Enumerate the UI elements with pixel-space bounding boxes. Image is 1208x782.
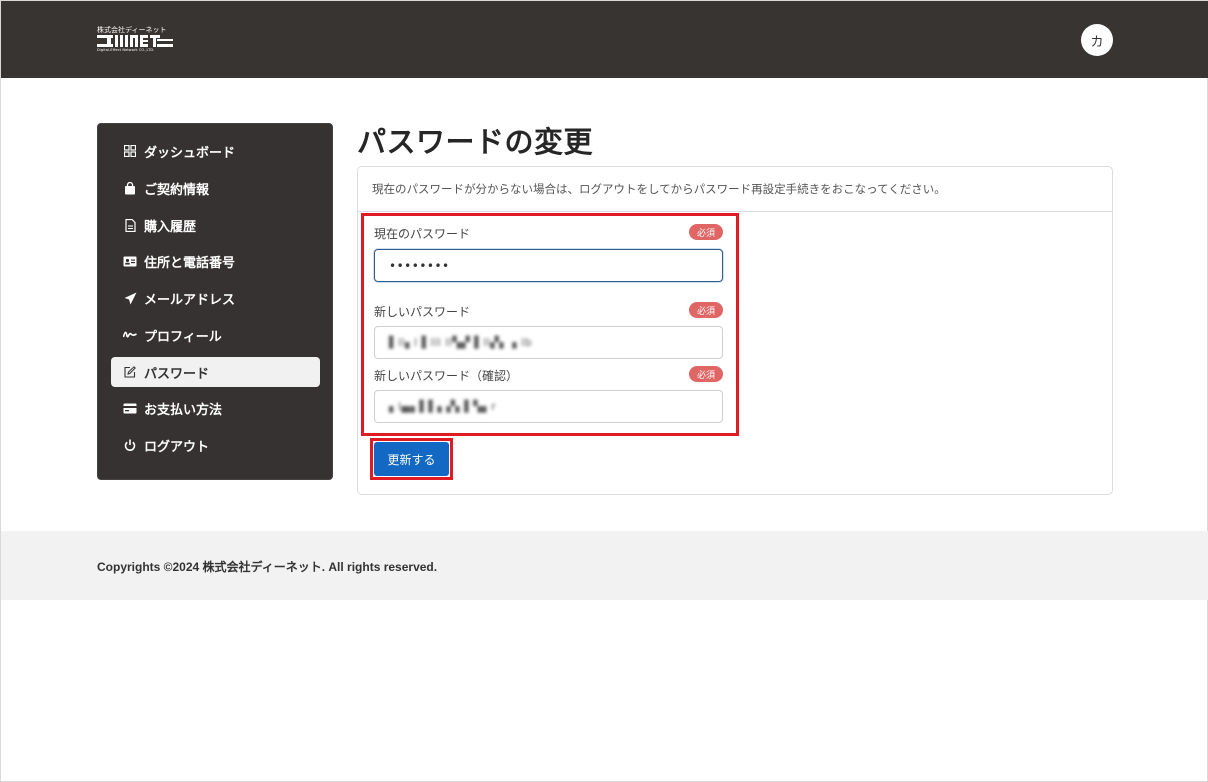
page-title: パスワードの変更 bbox=[357, 125, 594, 159]
confirm-password-input[interactable]: ▖l▄▖▌▌▖▞▖▌▚▖r bbox=[374, 390, 723, 423]
confirm-password-value: ▖l▄▖▌▌▖▞▖▌▚▖r bbox=[389, 400, 497, 413]
update-button[interactable]: 更新する bbox=[374, 442, 449, 476]
sidebar-item-address-phone[interactable]: 住所と電話番号 bbox=[111, 246, 320, 276]
sidebar-item-label: ログアウト bbox=[144, 439, 210, 455]
logo-subtitle: Digital-Effect Network CO.,LTD. bbox=[97, 48, 155, 52]
site-header: 株式会社ディーネット Digital-Effect Network CO.,LT… bbox=[1, 1, 1208, 78]
confirm-password-label: 新しいパスワード（確認） bbox=[374, 369, 519, 383]
new-password-input[interactable]: ▌ll▖l ▌lll ll▚▞ ▌ll▞▖ ▖lb bbox=[374, 326, 723, 359]
company-logo[interactable]: 株式会社ディーネット Digital-Effect Network CO.,LT… bbox=[97, 25, 173, 55]
bag-icon bbox=[123, 181, 137, 195]
signature-icon bbox=[123, 328, 137, 342]
sidebar-item-label: プロフィール bbox=[144, 329, 222, 345]
sidebar-item-label: ダッシュボード bbox=[144, 145, 236, 161]
sidebar-item-label: 住所と電話番号 bbox=[144, 255, 236, 271]
sidebar-item-label: ご契約情報 bbox=[144, 182, 210, 198]
current-password-value: •••••••• bbox=[389, 258, 450, 273]
required-badge: 必須 bbox=[689, 224, 723, 240]
sidebar-item-label: 購入履歴 bbox=[144, 219, 197, 235]
reset-notice: 現在のパスワードが分からない場合は、ログアウトをしてからパスワード再設定手続きを… bbox=[358, 167, 1112, 212]
required-badge: 必須 bbox=[689, 302, 723, 318]
required-badge: 必須 bbox=[689, 366, 723, 382]
sidebar-item-dashboard[interactable]: ダッシュボード bbox=[111, 136, 320, 166]
account-sidebar: ダッシュボード ご契約情報 購入履歴 住所と電話番号 メールアドレス プロフィー… bbox=[97, 123, 333, 480]
sidebar-item-label: メールアドレス bbox=[144, 292, 236, 308]
logo-mark bbox=[97, 34, 173, 48]
sidebar-item-label: お支払い方法 bbox=[144, 402, 223, 418]
sidebar-item-profile[interactable]: プロフィール bbox=[111, 320, 320, 350]
new-password-label: 新しいパスワード bbox=[374, 305, 471, 319]
user-avatar[interactable]: カ bbox=[1081, 24, 1113, 56]
edit-icon bbox=[123, 365, 137, 379]
dashboard-icon bbox=[123, 144, 137, 158]
sidebar-item-payment-method[interactable]: お支払い方法 bbox=[111, 393, 320, 423]
sidebar-item-password[interactable]: パスワード bbox=[111, 357, 320, 387]
new-password-value: ▌ll▖l ▌lll ll▚▞ ▌ll▞▖ ▖lb bbox=[389, 336, 533, 349]
sidebar-item-logout[interactable]: ログアウト bbox=[111, 430, 320, 460]
sidebar-item-purchase-history[interactable]: 購入履歴 bbox=[111, 210, 320, 240]
copyright-text: Copyrights ©2024 株式会社ディーネット. All rights … bbox=[97, 560, 438, 574]
sidebar-item-label: パスワード bbox=[144, 366, 210, 382]
sidebar-item-contract[interactable]: ご契約情報 bbox=[111, 173, 320, 203]
current-password-label: 現在のパスワード bbox=[374, 227, 471, 241]
sidebar-item-email[interactable]: メールアドレス bbox=[111, 283, 320, 313]
current-password-input[interactable]: •••••••• bbox=[374, 249, 723, 282]
id-card-icon bbox=[123, 254, 137, 268]
paper-plane-icon bbox=[123, 291, 137, 305]
power-icon bbox=[123, 438, 137, 452]
credit-card-icon bbox=[123, 401, 137, 415]
document-icon bbox=[123, 218, 137, 232]
